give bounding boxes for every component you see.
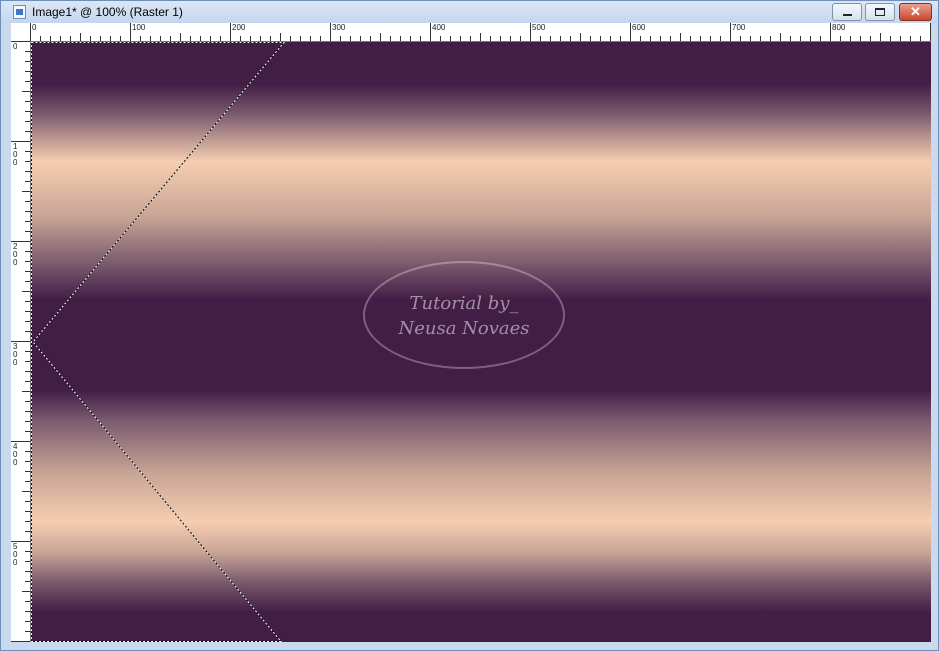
ruler-label: 700	[732, 23, 746, 32]
ruler-label: 4 0 0	[13, 442, 18, 467]
minimize-button[interactable]	[832, 3, 862, 21]
ruler-label: 300	[332, 23, 346, 32]
maximize-button[interactable]	[865, 3, 895, 21]
ruler-label: 5 0 0	[13, 542, 18, 567]
vertical-ruler[interactable]: 0 1 0 0 2 0 0 3 0 0 4 0 0 5 0 0	[11, 41, 31, 642]
close-button[interactable]: ✕	[899, 3, 932, 21]
ruler-label: 200	[232, 23, 246, 32]
horizontal-ruler[interactable]: 0 100 200 300 400 500 600 700 800	[30, 23, 931, 42]
ruler-label: 100	[132, 23, 146, 32]
horizontal-ruler-ticks	[30, 23, 931, 41]
ruler-corner	[11, 23, 30, 41]
ruler-label: 0	[13, 42, 18, 51]
image-document-icon	[13, 5, 26, 19]
close-icon: ✕	[910, 4, 921, 19]
ruler-label: 500	[532, 23, 546, 32]
ruler-label: 800	[832, 23, 846, 32]
ruler-label: 600	[632, 23, 646, 32]
title-bar[interactable]: Image1* @ 100% (Raster 1) ✕	[1, 1, 938, 23]
ruler-label: 0	[32, 23, 37, 32]
ruler-label: 3 0 0	[13, 342, 18, 367]
selection-marquee[interactable]	[31, 42, 931, 642]
minimize-icon	[843, 14, 852, 16]
maximize-icon	[875, 8, 885, 16]
ruler-label: 400	[432, 23, 446, 32]
window-title: Image1* @ 100% (Raster 1)	[32, 5, 183, 19]
image-window: Image1* @ 100% (Raster 1) ✕ 0 100 200 30…	[0, 0, 939, 651]
ruler-label: 1 0 0	[13, 142, 18, 167]
image-canvas[interactable]: Tutorial by_ Neusa Novaes	[31, 42, 931, 642]
ruler-label: 2 0 0	[13, 242, 18, 267]
